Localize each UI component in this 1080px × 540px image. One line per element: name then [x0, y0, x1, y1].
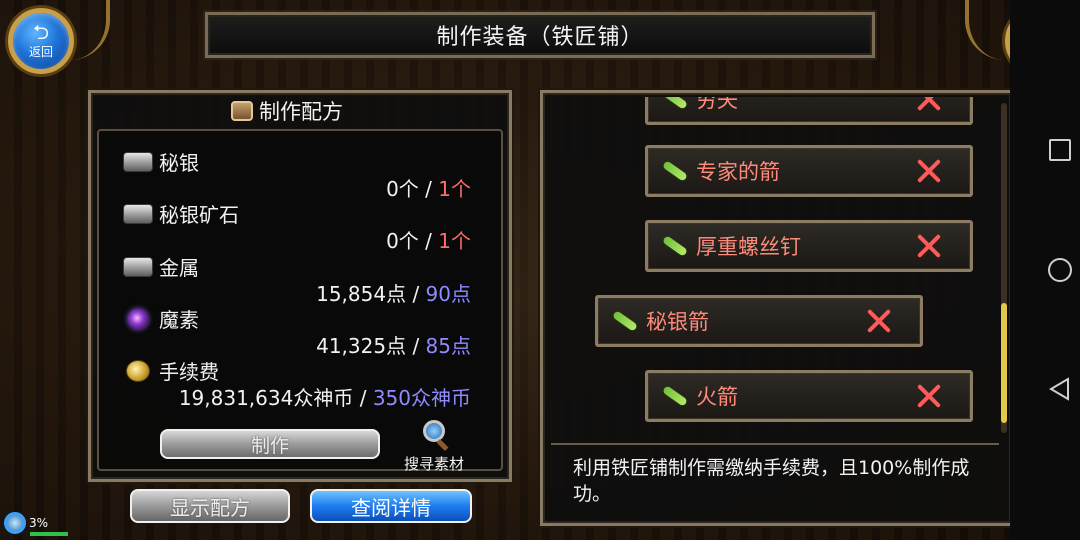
material-label: 金属: [159, 256, 199, 280]
material-label: 手续费: [159, 360, 219, 384]
close-icon: [916, 233, 942, 259]
description: 利用铁匠铺制作需缴纳手续费，且100%制作成功。: [551, 443, 999, 523]
item-name: 专家的箭: [696, 160, 780, 184]
material-name: 金属: [123, 252, 199, 281]
material-quantity: 19,831,634众神币 / 350众神币: [179, 382, 471, 411]
material-quantity: 0个 / 1个: [386, 173, 471, 202]
close-icon: [916, 97, 942, 112]
list-item[interactable]: 火箭: [645, 370, 973, 422]
quantity-separator: /: [425, 177, 432, 201]
page-title: 制作装备（铁匠铺）: [436, 25, 644, 50]
status-indicator: 3%: [4, 512, 48, 534]
list-item[interactable]: 穷矢: [645, 97, 973, 125]
craft-button[interactable]: 制作: [160, 429, 380, 459]
material-label: 秘银: [159, 151, 199, 175]
magnifier-icon: [420, 420, 449, 452]
arrow-item-icon: [662, 235, 688, 257]
quantity-have: 19,831,634众神币: [178, 386, 354, 410]
mana-orb-icon: [128, 308, 148, 329]
quantity-have: 0个: [386, 177, 419, 201]
status-ring-icon: [4, 512, 26, 534]
quantity-need: 90点: [425, 282, 471, 306]
material-name: 魔素: [123, 304, 199, 333]
material-quantity: 0个 / 1个: [386, 225, 471, 254]
close-icon: [866, 308, 892, 334]
back-button[interactable]: ⮌ 返回: [8, 8, 74, 74]
quantity-have: 15,854点: [316, 282, 407, 306]
search-materials-button[interactable]: 搜寻素材: [400, 420, 468, 476]
recents-icon[interactable]: [1049, 139, 1071, 161]
quantity-have: 0个: [386, 229, 419, 253]
list-item[interactable]: 厚重螺丝钉: [645, 220, 973, 272]
item-name: 厚重螺丝钉: [696, 235, 801, 259]
arrow-item-icon: [662, 97, 688, 110]
android-nav-bar: [1010, 0, 1080, 540]
recipe-header-label: 制作配方: [259, 100, 343, 124]
arrow-item-icon: [662, 385, 688, 407]
quantity-need: 85点: [425, 334, 471, 358]
material-quantity: 41,325点 / 85点: [316, 330, 471, 359]
chest-icon: [231, 101, 253, 121]
status-percent: 3%: [29, 516, 49, 530]
material-quantity: 15,854点 / 90点: [316, 278, 471, 307]
title-bar: 制作装备（铁匠铺）: [205, 12, 875, 58]
home-nav-icon[interactable]: [1048, 258, 1072, 282]
scrollbar-thumb[interactable]: [1001, 303, 1007, 423]
item-name: 火箭: [696, 385, 738, 409]
quantity-separator: /: [412, 334, 420, 358]
item-name: 穷矢: [696, 97, 738, 112]
arrow-item-icon: [662, 160, 688, 182]
view-details-label: 查阅详情: [351, 495, 431, 520]
item-name: 秘银箭: [646, 310, 709, 334]
back-triangle-icon[interactable]: [1048, 377, 1070, 401]
craft-list[interactable]: 穷矢 专家的箭 厚重螺丝钉 秘银箭 火箭: [551, 97, 1007, 435]
coins-icon: [126, 359, 150, 382]
quantity-separator: /: [412, 282, 420, 306]
material-name: 秘银: [123, 147, 199, 176]
material-label: 秘银矿石: [159, 203, 239, 227]
show-recipe-button[interactable]: 显示配方: [130, 489, 290, 523]
close-icon: [916, 158, 942, 184]
list-item-selected[interactable]: 秘银箭: [595, 295, 923, 347]
view-details-button[interactable]: 查阅详情: [310, 489, 472, 523]
material-name: 手续费: [123, 356, 219, 385]
back-button-label: 返回: [28, 45, 53, 59]
craft-button-label: 制作: [250, 434, 289, 457]
status-bar: [30, 532, 68, 536]
material-label: 魔素: [159, 308, 199, 332]
ingot-icon: [123, 256, 153, 277]
show-recipe-label: 显示配方: [170, 495, 250, 520]
recipe-header: 制作配方: [231, 95, 343, 127]
close-icon: [916, 383, 942, 409]
quantity-separator: /: [359, 386, 367, 410]
craft-list-panel: 穷矢 专家的箭 厚重螺丝钉 秘银箭 火箭 利用铁匠铺制作需缴纳手续费，且100%…: [540, 90, 1014, 526]
ingot-icon: [123, 151, 153, 172]
ingot-icon: [123, 203, 153, 224]
back-arrow-icon: ⮌: [32, 20, 50, 44]
quantity-separator: /: [425, 229, 432, 253]
quantity-need: 1个: [438, 177, 471, 201]
quantity-need: 1个: [438, 229, 471, 253]
material-name: 秘银矿石: [123, 199, 239, 228]
quantity-have: 41,325点: [316, 334, 407, 358]
quantity-need: 350众神币: [372, 386, 471, 410]
list-item[interactable]: 专家的箭: [645, 145, 973, 197]
arrow-item-icon: [612, 310, 638, 332]
search-materials-label: 搜寻素材: [403, 455, 464, 473]
